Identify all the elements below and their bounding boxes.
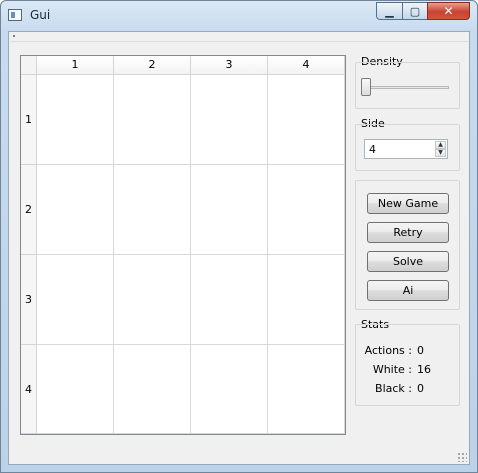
maximize-button[interactable]: ▢ — [402, 2, 427, 20]
board-cell[interactable] — [37, 75, 114, 165]
board-cell[interactable] — [268, 255, 345, 345]
table-corner[interactable] — [21, 56, 37, 75]
board-cell[interactable] — [114, 255, 191, 345]
row-header-3[interactable]: 3 — [21, 255, 37, 345]
board-cell[interactable] — [191, 75, 268, 165]
stat-white: White : 16 — [355, 363, 460, 377]
caption-buttons: ▁ ▢ ✕ — [376, 2, 470, 21]
menu-grip — [13, 35, 15, 37]
density-group: Density — [355, 55, 460, 109]
board-cell[interactable] — [268, 75, 345, 165]
side-spinbox[interactable]: 4 ▲ ▼ — [364, 139, 448, 159]
stat-black: Black : 0 — [355, 382, 460, 396]
board-cell[interactable] — [268, 345, 345, 434]
side-value[interactable]: 4 — [369, 143, 376, 156]
close-button[interactable]: ✕ — [427, 2, 470, 20]
stat-actions-label: Actions : — [364, 344, 412, 357]
actions-group: New Game Retry Solve Ai — [355, 180, 460, 310]
solve-button[interactable]: Solve — [367, 251, 449, 272]
stat-black-label: Black : — [375, 382, 412, 395]
resize-grip-icon[interactable] — [457, 452, 467, 462]
row-header-4[interactable]: 4 — [21, 345, 37, 434]
ai-button[interactable]: Ai — [367, 280, 449, 301]
minimize-button[interactable]: ▁ — [376, 2, 402, 20]
title-bar[interactable]: Gui ▁ ▢ ✕ — [1, 1, 477, 31]
spin-down-icon[interactable]: ▼ — [435, 149, 446, 157]
board-cell[interactable] — [191, 165, 268, 255]
app-icon — [8, 9, 22, 21]
retry-button[interactable]: Retry — [367, 222, 449, 243]
stat-actions-value: 0 — [417, 344, 424, 357]
board-cell[interactable] — [191, 345, 268, 434]
row-header-1[interactable]: 1 — [21, 75, 37, 165]
column-header-3[interactable]: 3 — [191, 56, 268, 75]
menu-separator — [10, 41, 468, 42]
board-cell[interactable] — [114, 165, 191, 255]
stats-group: Stats Actions : 0 White : 16 Black : 0 — [355, 318, 460, 406]
board-cell[interactable] — [37, 345, 114, 434]
density-slider-handle[interactable] — [361, 78, 371, 96]
stat-actions: Actions : 0 — [355, 344, 460, 358]
board-cell[interactable] — [268, 165, 345, 255]
game-board-table[interactable]: 1 2 3 4 1 2 3 4 — [20, 55, 346, 435]
column-header-2[interactable]: 2 — [114, 56, 191, 75]
board-cell[interactable] — [37, 255, 114, 345]
board-cell[interactable] — [191, 255, 268, 345]
density-slider-track[interactable] — [365, 86, 449, 89]
spin-up-icon[interactable]: ▲ — [435, 141, 446, 149]
column-header-4[interactable]: 4 — [268, 56, 345, 75]
stat-white-label: White : — [372, 363, 412, 376]
row-header-2[interactable]: 2 — [21, 165, 37, 255]
client-area: 1 2 3 4 1 2 3 4 Density Side 4 ▲ ▼ New G… — [8, 31, 470, 465]
side-group: Side 4 ▲ ▼ — [355, 117, 460, 171]
column-header-1[interactable]: 1 — [37, 56, 114, 75]
stat-white-value: 16 — [417, 363, 431, 376]
window-title: Gui — [30, 8, 51, 22]
new-game-button[interactable]: New Game — [367, 193, 449, 214]
board-cell[interactable] — [37, 165, 114, 255]
stat-black-value: 0 — [417, 382, 424, 395]
board-cell[interactable] — [114, 75, 191, 165]
spin-buttons: ▲ ▼ — [435, 141, 446, 157]
app-window: Gui ▁ ▢ ✕ 1 2 3 4 1 2 3 4 Density Side 4… — [0, 0, 478, 473]
board-cell[interactable] — [114, 345, 191, 434]
